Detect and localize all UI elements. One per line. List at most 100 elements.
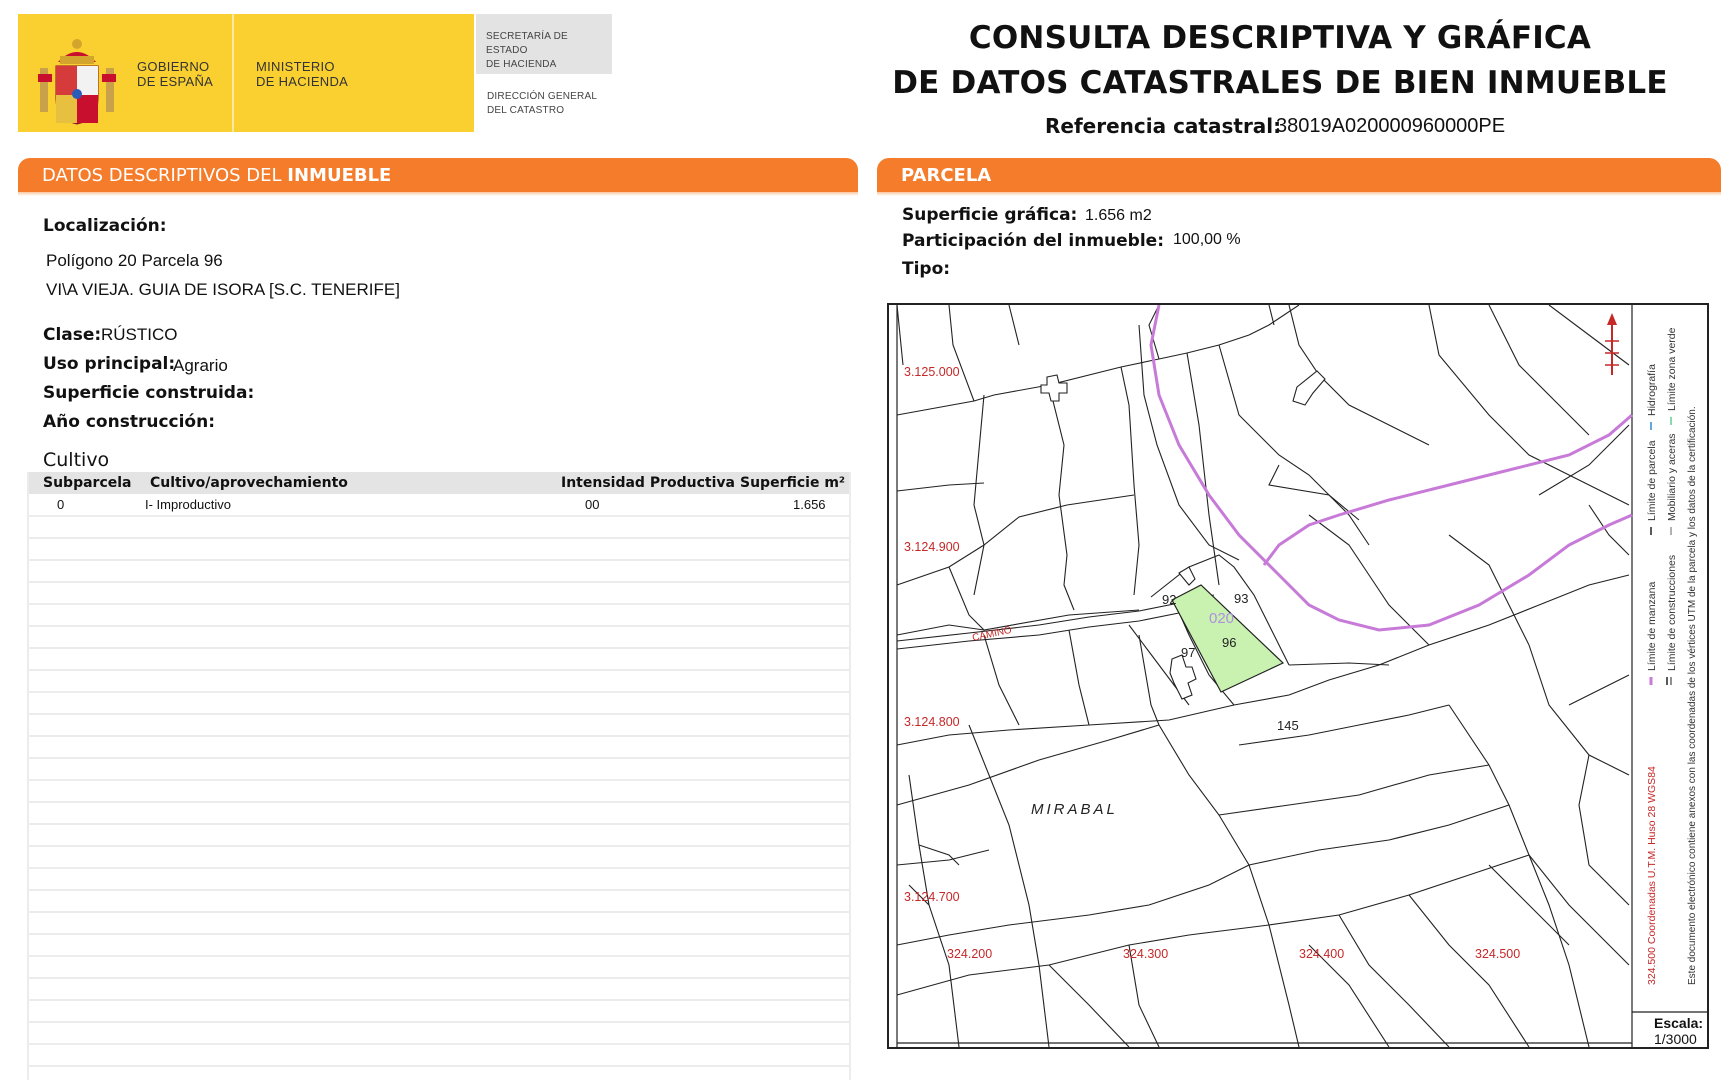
direccion-line1: DIRECCIÓN GENERAL <box>487 91 598 102</box>
road-name: CAMINO <box>971 625 1013 644</box>
parcel-labels: 93 92 97 96 145 020 MIRABAL CAMINO <box>971 591 1298 818</box>
table-left-border <box>27 472 29 1080</box>
table-empty-row-line <box>27 1043 849 1045</box>
title-line1: CONSULTA DESCRIPTIVA Y GRÁFICA <box>968 20 1592 56</box>
direccion-line2: DEL CATASTRO <box>487 105 565 116</box>
parcel-number-97: 97 <box>1181 645 1195 660</box>
table-empty-row-line <box>27 757 849 759</box>
table-empty-row-line <box>27 537 849 539</box>
parcel-number-93: 93 <box>1234 591 1248 606</box>
participacion-value: 100,00 % <box>1173 231 1241 248</box>
legend-note: Este documento electrónico contiene anex… <box>1687 406 1698 985</box>
uso-principal-value: Agrario <box>173 356 228 375</box>
table-empty-row-line <box>27 801 849 803</box>
ref-catastral-value: 38019A020000960000PE <box>1276 115 1506 137</box>
north-arrow-icon <box>1605 313 1619 375</box>
manzana-limit-lines <box>1149 304 1633 632</box>
localizacion-line2: VI\A VIEJA. GUIA DE ISORA [S.C. TENERIFE… <box>46 280 400 299</box>
gobierno-line2: DE ESPAÑA <box>137 74 214 89</box>
col-superficie: Superficie m² <box>740 475 846 491</box>
table-empty-row-line <box>27 933 849 935</box>
x-tick-3: 324.400 <box>1299 947 1344 961</box>
table-right-border <box>849 472 851 1080</box>
table-empty-row-line <box>27 845 849 847</box>
legend-item-manzana: Límite de manzana <box>1646 582 1658 671</box>
x-tick-4: 324.500 <box>1475 947 1520 961</box>
map-legend: Límite de manzana Límite de parcela Hidr… <box>1646 327 1698 985</box>
section-underline <box>18 192 858 196</box>
x-tick-1: 324.200 <box>947 947 992 961</box>
ref-catastral-label: Referencia catastral: <box>1045 114 1282 138</box>
table-empty-row-line <box>27 889 849 891</box>
anio-construccion-label: Año construcción: <box>43 412 216 432</box>
legend-item-parcela: Límite de parcela <box>1646 440 1658 521</box>
localizacion-label: Localización: <box>43 216 167 236</box>
table-empty-row-line <box>27 669 849 671</box>
col-intensidad: Intensidad Productiva <box>561 475 735 491</box>
logo-divider <box>232 14 234 132</box>
superficie-grafica-label: Superficie gráfica: <box>902 205 1078 225</box>
parcel-number-96: 96 <box>1222 635 1236 650</box>
ministerio-line1: MINISTERIO <box>256 59 335 74</box>
table-empty-row-line <box>27 713 849 715</box>
map-svg: 3.125.000 3.124.900 3.124.800 3.124.700 … <box>896 304 1707 1048</box>
superficie-grafica-value: 1.656 m2 <box>1085 207 1152 224</box>
cell-subparcela: 0 <box>57 497 65 512</box>
table-empty-row-line <box>27 779 849 781</box>
parcela-underline <box>877 192 1721 196</box>
ministerio-text: MINISTERIO DE HACIENDA <box>256 59 348 89</box>
scale-label: Escala: <box>1654 1015 1704 1031</box>
cell-superficie: 1.656 <box>793 497 826 512</box>
clase-value: RÚSTICO <box>101 325 178 344</box>
coat-of-arms-icon <box>38 39 116 125</box>
cell-cultivo: I- Improductivo <box>145 497 231 512</box>
table-empty-row-line <box>27 581 849 583</box>
table-empty-row-line <box>27 1065 849 1067</box>
x-tick-2: 324.300 <box>1123 947 1168 961</box>
tipo-label: Tipo: <box>902 259 951 279</box>
col-subparcela: Subparcela <box>43 475 132 491</box>
table-empty-row-line <box>27 515 849 517</box>
table-empty-row-line <box>27 735 849 737</box>
map-scale: Escala: 1/3000 <box>1654 1015 1703 1047</box>
y-tick-4: 3.124.700 <box>904 890 960 904</box>
cultivo-title: Cultivo <box>43 449 110 471</box>
table-empty-row-line <box>27 999 849 1001</box>
col-cultivo: Cultivo/aprovechamiento <box>150 475 348 491</box>
table-empty-row-line <box>27 625 849 627</box>
document-title: CONSULTA DESCRIPTIVA Y GRÁFICA DE DATOS … <box>880 16 1680 106</box>
secretaria-box: SECRETARÍA DE ESTADO DE HACIENDA <box>476 14 612 74</box>
scale-value: 1/3000 <box>1654 1031 1697 1047</box>
y-tick-2: 3.124.900 <box>904 540 960 554</box>
participacion-label: Participación del inmueble: <box>902 231 1165 251</box>
gobierno-logo-block: GOBIERNO DE ESPAÑA MINISTERIO DE HACIEND… <box>18 14 474 132</box>
place-name-mirabal: MIRABAL <box>1031 801 1118 818</box>
cell-intensidad: 00 <box>585 497 600 512</box>
table-empty-row-line <box>27 559 849 561</box>
table-empty-row-line <box>27 955 849 957</box>
section-title-bold: INMUEBLE <box>287 165 392 186</box>
parcel-number-92: 92 <box>1162 592 1176 607</box>
y-tick-3: 3.124.800 <box>904 715 960 729</box>
cadastral-map: 3.125.000 3.124.900 3.124.800 3.124.700 … <box>887 303 1709 1049</box>
legend-coordinates: 324.500 Coordenadas U.T.M. Huso 28 WGS84 <box>1646 766 1658 985</box>
ministerio-line2: DE HACIENDA <box>256 74 349 89</box>
table-empty-row-line <box>27 823 849 825</box>
localizacion-line1: Polígono 20 Parcela 96 <box>46 251 223 270</box>
uso-principal-label: Uso principal: <box>43 354 176 374</box>
polygon-number: 020 <box>1209 610 1234 627</box>
table-empty-row-line <box>27 977 849 979</box>
y-tick-1: 3.125.000 <box>904 365 960 379</box>
title-line2: DE DATOS CATASTRALES DE BIEN INMUEBLE <box>892 65 1668 101</box>
parcel-boundaries <box>896 304 1630 1048</box>
secretaria-line1: SECRETARÍA DE ESTADO <box>486 31 568 56</box>
table-empty-row-line <box>27 691 849 693</box>
gobierno-text: GOBIERNO DE ESPAÑA <box>137 59 213 89</box>
legend-item-zona-verde: Límite zona verde <box>1666 327 1678 411</box>
parcel-number-145: 145 <box>1277 718 1299 733</box>
gobierno-line1: GOBIERNO <box>137 59 210 74</box>
direccion-general-text: DIRECCIÓN GENERAL DEL CATASTRO <box>487 90 597 118</box>
table-empty-row-line <box>27 1021 849 1023</box>
table-empty-row-line <box>27 647 849 649</box>
parcela-header: PARCELA <box>877 158 1721 192</box>
